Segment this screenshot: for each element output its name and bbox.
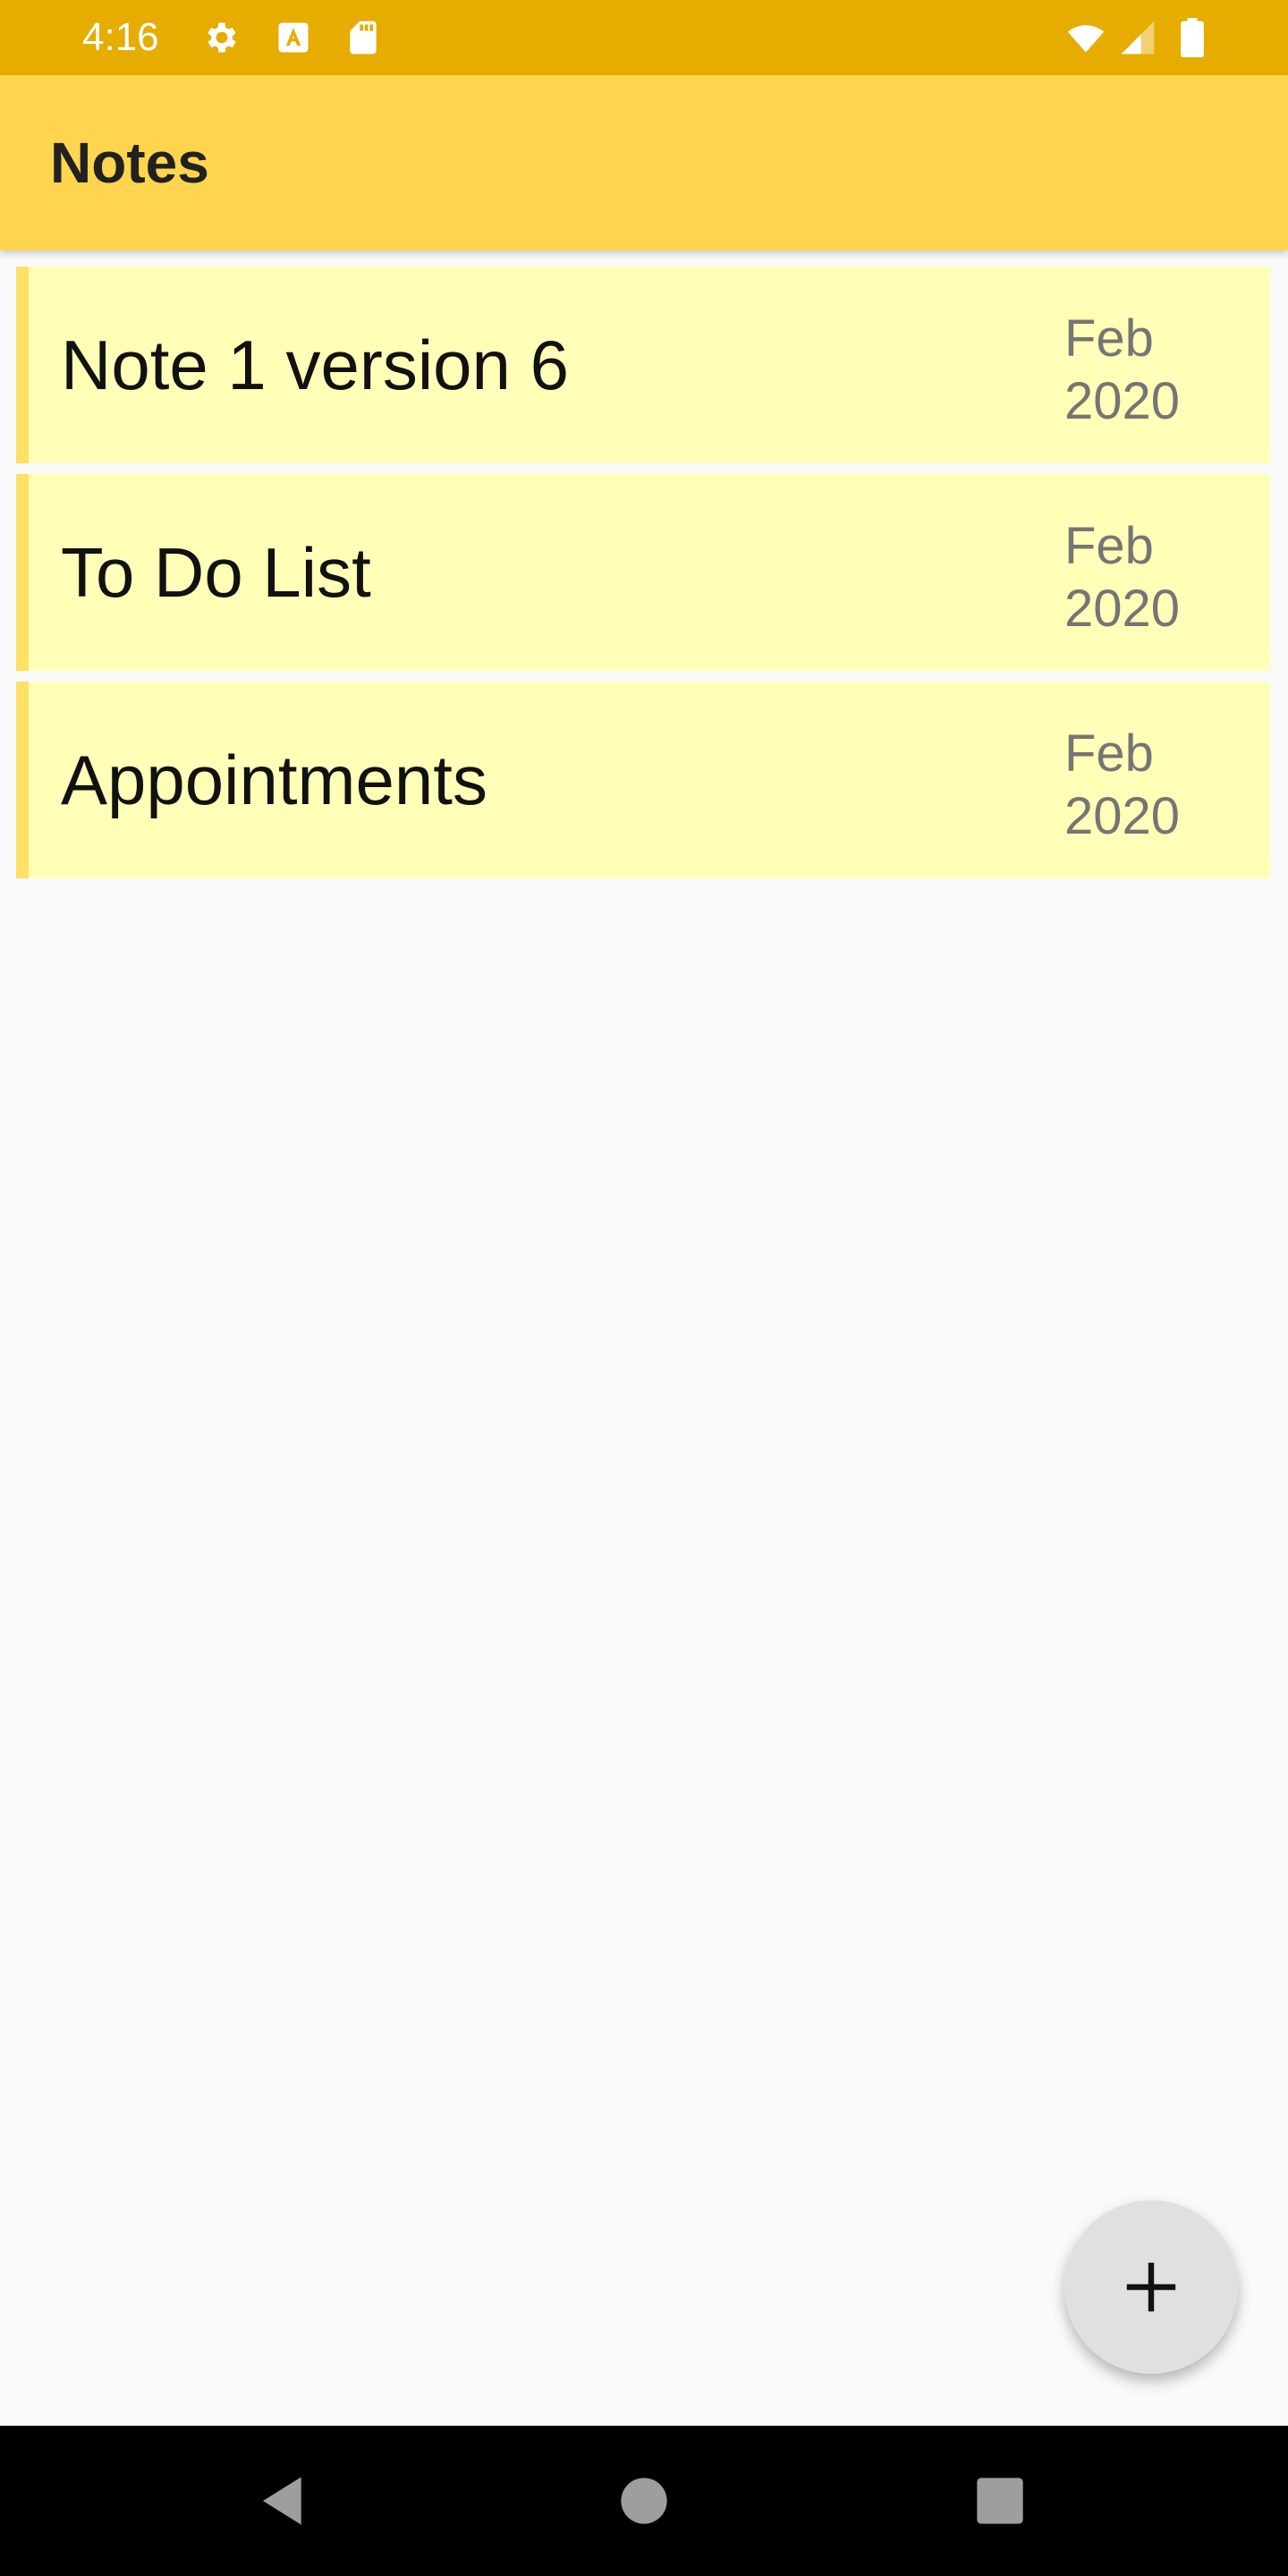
note-date: Feb 2020 [1064, 723, 1243, 848]
note-title: To Do List [61, 533, 371, 612]
note-date-month: Feb [1064, 517, 1154, 575]
page-title: Notes [50, 131, 209, 195]
font-a-icon [274, 18, 313, 57]
notes-screen: 4:16 Notes Note 1 version 6 Feb 2020 To … [0, 0, 1288, 2576]
home-icon [621, 2478, 667, 2524]
note-date-year: 2020 [1064, 787, 1181, 845]
battery-icon [1179, 18, 1206, 58]
note-date: Feb 2020 [1064, 515, 1243, 640]
back-icon [263, 2477, 301, 2525]
notes-list: Note 1 version 6 Feb 2020 To Do List Feb… [16, 267, 1270, 889]
gear-icon [202, 18, 242, 57]
sd-card-icon [343, 18, 383, 57]
back-button[interactable] [240, 2456, 329, 2546]
note-date-year: 2020 [1064, 372, 1181, 430]
home-button[interactable] [599, 2456, 689, 2546]
wifi-icon [1063, 18, 1109, 57]
note-title: Appointments [61, 741, 487, 819]
list-item-to-do-list[interactable]: To Do List Feb 2020 [16, 474, 1270, 671]
note-date: Feb 2020 [1064, 308, 1243, 433]
list-item-note-1[interactable]: Note 1 version 6 Feb 2020 [16, 267, 1270, 463]
cell-signal-icon [1118, 18, 1157, 57]
add-note-button[interactable] [1064, 2200, 1238, 2374]
recents-icon [977, 2478, 1023, 2524]
app-bar: Notes [0, 75, 1288, 250]
navigation-bar [0, 2426, 1288, 2576]
note-title: Note 1 version 6 [61, 326, 569, 404]
plus-icon [1126, 2262, 1176, 2312]
recents-button[interactable] [955, 2456, 1045, 2546]
list-item-appointments[interactable]: Appointments Feb 2020 [16, 682, 1270, 878]
note-date-month: Feb [1064, 724, 1154, 783]
status-time: 4:16 [82, 15, 159, 59]
note-date-month: Feb [1064, 309, 1154, 368]
note-date-year: 2020 [1064, 580, 1181, 638]
status-bar: 4:16 [0, 0, 1288, 75]
